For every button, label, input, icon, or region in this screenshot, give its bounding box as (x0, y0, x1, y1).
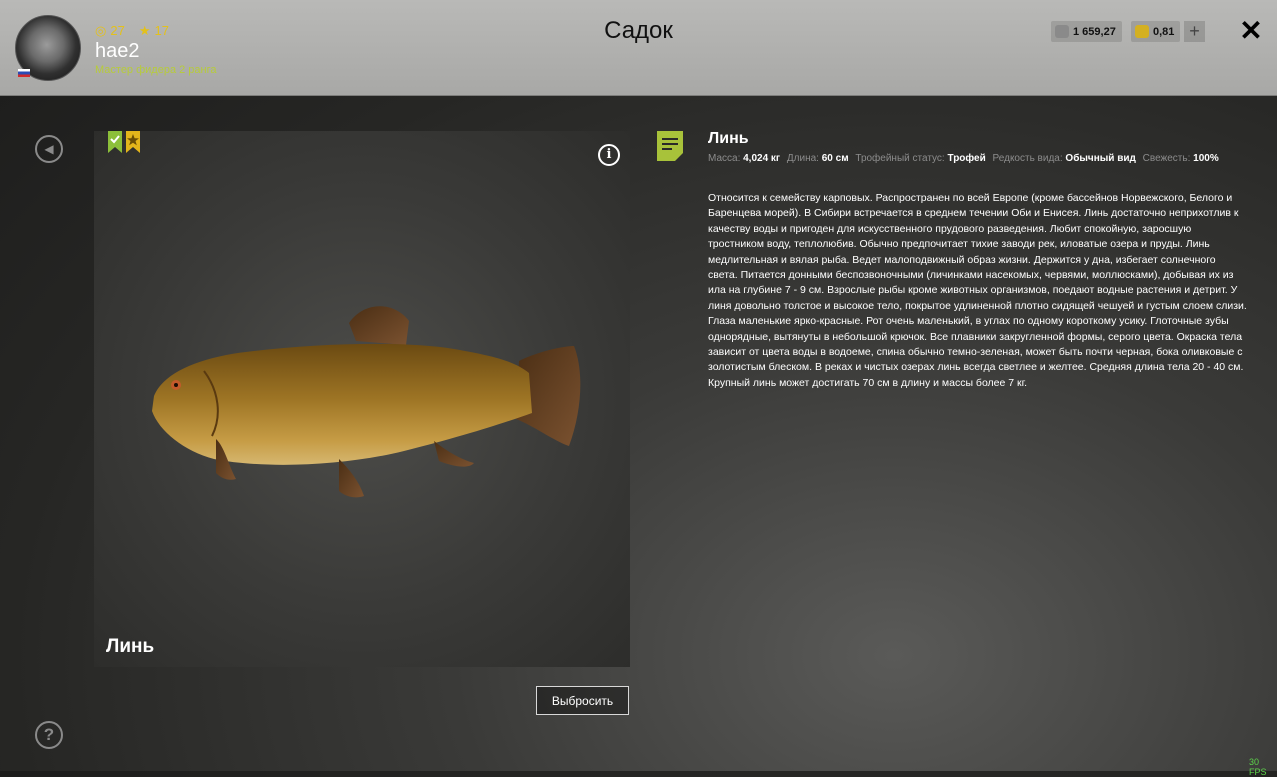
russia-flag-icon (18, 69, 30, 77)
description-note-icon (657, 131, 683, 161)
param-label-trophy: Трофейный статус: (855, 153, 945, 164)
fps-counter: 30 FPS (1249, 757, 1267, 777)
top-bar: ◎ 27 ★ 17 hae2 Мастер фидера 2 ранга Садок… (0, 0, 1277, 96)
param-value-mass: 4,024 кг (743, 153, 781, 164)
silver-balance: 1 659,27 (1051, 21, 1122, 42)
fish-description: Относится к семейству карповых. Распрост… (708, 192, 1247, 389)
fish-params: Масса: 4,024 кг Длина: 60 см Трофейный с… (708, 153, 1223, 164)
card-fish-name: Линь (106, 636, 155, 657)
gold-balance: 0,81 (1131, 21, 1181, 42)
info-icon[interactable]: i (598, 144, 620, 166)
help-icon[interactable]: ? (35, 721, 63, 749)
fish-card: i Линь (94, 131, 630, 667)
param-label-freshness: Свежесть: (1142, 153, 1191, 164)
tench-fish-image (152, 306, 581, 498)
checkmark-bookmark-icon (108, 131, 122, 153)
param-value-trophy: Трофей (947, 153, 986, 164)
back-arrow-icon[interactable]: ◀ (35, 135, 63, 163)
close-icon[interactable]: ✕ (1238, 16, 1264, 46)
gold-coins-icon (1135, 25, 1149, 38)
throw-away-button[interactable]: Выбросить (536, 686, 629, 715)
param-value-rarity: Обычный вид (1065, 153, 1136, 164)
param-value-length: 60 см (821, 153, 849, 164)
silver-coins-icon (1055, 25, 1069, 38)
param-label-rarity: Редкость вида: (992, 153, 1063, 164)
add-gold-button[interactable]: + (1184, 21, 1205, 42)
param-value-freshness: 100% (1193, 153, 1219, 164)
player-rank: Мастер фидера 2 ранга (95, 64, 217, 76)
trophy-star-bookmark-icon (126, 131, 140, 153)
param-label-mass: Масса: (708, 153, 741, 164)
fish-title: Линь (708, 130, 749, 147)
param-label-length: Длина: (786, 153, 819, 164)
